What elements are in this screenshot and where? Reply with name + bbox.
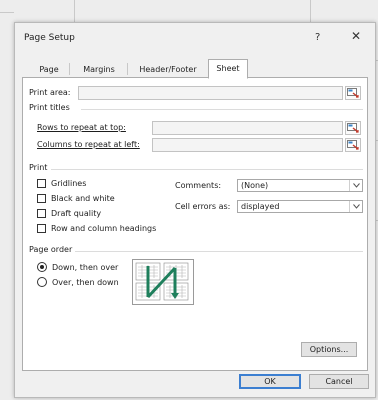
page-order-heading: Page order (29, 245, 73, 254)
comments-value: (None) (241, 181, 269, 190)
sheet-gridline (0, 12, 14, 13)
collapse-dialog-icon[interactable] (345, 121, 361, 135)
options-button[interactable]: Options... (301, 342, 357, 357)
row-col-headings-label: Row and column headings (51, 224, 157, 233)
gridlines-label: Gridlines (51, 179, 87, 188)
tab-label: Page (39, 65, 59, 74)
chevron-down-icon[interactable] (349, 201, 362, 212)
ok-button[interactable]: OK (239, 374, 301, 389)
draft-quality-label: Draft quality (51, 209, 102, 218)
page-setup-dialog: Page Setup ? ✕ Page Margins Header/Foote… (14, 22, 376, 398)
tab-sheet[interactable]: Sheet (208, 59, 248, 79)
dialog-title: Page Setup (24, 33, 75, 43)
columns-repeat-field[interactable] (152, 138, 343, 152)
page-order-preview-icon (132, 259, 194, 305)
down-then-over-label: Down, then over (52, 263, 119, 272)
options-button-label: Options... (309, 345, 349, 354)
sheet-gridline (310, 0, 311, 22)
down-then-over-radio[interactable] (37, 262, 47, 272)
row-col-headings-checkbox[interactable] (37, 224, 46, 233)
black-white-label: Black and white (51, 194, 115, 203)
over-then-down-radio[interactable] (37, 277, 47, 287)
collapse-dialog-icon[interactable] (345, 86, 361, 100)
rows-repeat-field[interactable] (152, 121, 343, 135)
sheet-gridline (74, 0, 75, 22)
tab-label: Sheet (216, 64, 240, 73)
radio-selected-dot (40, 265, 44, 269)
section-divider (75, 251, 363, 252)
print-area-label: Print area: (29, 88, 71, 97)
cancel-button[interactable]: Cancel (309, 374, 369, 389)
over-then-down-label: Over, then down (52, 278, 119, 287)
section-divider (51, 169, 363, 170)
collapse-dialog-icon[interactable] (345, 138, 361, 152)
gridlines-checkbox[interactable] (37, 179, 46, 188)
comments-select[interactable]: (None) (237, 179, 363, 192)
rows-repeat-label: Rows to repeat at top: (37, 123, 126, 132)
ok-button-label: OK (264, 377, 276, 386)
columns-repeat-label: Columns to repeat at left: (37, 140, 140, 149)
tab-divider (127, 63, 128, 75)
tab-divider (69, 63, 70, 75)
section-divider (81, 109, 363, 110)
cancel-button-label: Cancel (325, 377, 353, 386)
dialog-titlebar: Page Setup ? ✕ (15, 23, 375, 53)
close-icon[interactable]: ✕ (351, 29, 361, 43)
chevron-down-icon[interactable] (349, 180, 362, 191)
cell-errors-select[interactable]: displayed (237, 200, 363, 213)
print-area-field[interactable] (78, 86, 343, 100)
tab-label: Header/Footer (139, 65, 197, 74)
black-white-checkbox[interactable] (37, 194, 46, 203)
cell-errors-value: displayed (241, 202, 280, 211)
print-heading: Print (29, 163, 48, 172)
help-icon[interactable]: ? (315, 32, 320, 43)
tab-label: Margins (83, 65, 115, 74)
draft-quality-checkbox[interactable] (37, 209, 46, 218)
print-titles-heading: Print titles (29, 103, 70, 112)
cell-errors-label: Cell errors as: (175, 202, 231, 211)
comments-label: Comments: (175, 181, 222, 190)
